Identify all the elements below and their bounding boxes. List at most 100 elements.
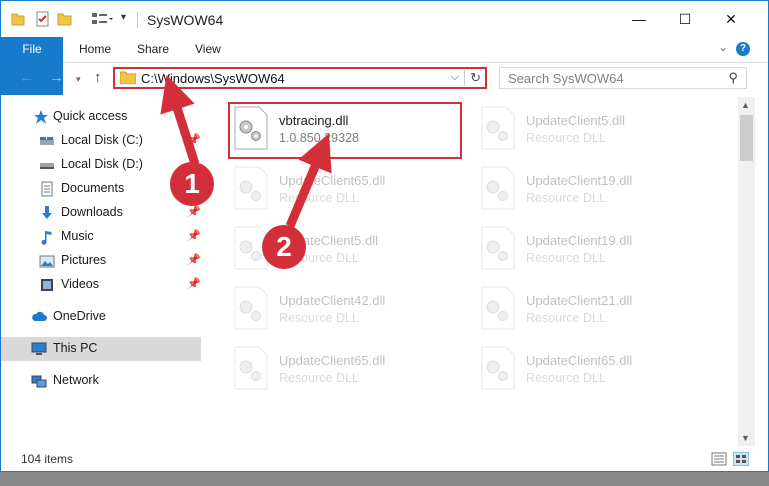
- file-tile[interactable]: UpdateClient65.dll Resource DLL: [231, 345, 471, 403]
- sidebar-item-label: Music: [61, 229, 94, 243]
- item-count: 104 items: [21, 452, 74, 466]
- up-arrow-icon[interactable]: ↑: [94, 69, 102, 86]
- scrollbar-thumb[interactable]: [740, 115, 753, 161]
- pin-icon[interactable]: 📌: [187, 253, 201, 266]
- file-tile[interactable]: UpdateClient5.dll Resource DLL: [478, 105, 718, 163]
- sidebar-item-downloads[interactable]: Downloads 📌: [1, 201, 201, 225]
- folder-icon: [11, 13, 25, 26]
- sidebar-item-pictures[interactable]: Pictures 📌: [1, 249, 201, 273]
- dll-file-icon: [234, 286, 268, 330]
- window-title: SysWOW64: [147, 12, 224, 28]
- sidebar-item-local-disk-d[interactable]: Local Disk (D:): [1, 153, 201, 177]
- properties-icon[interactable]: [35, 11, 51, 27]
- dll-file-icon: [481, 346, 515, 390]
- file-description: Resource DLL: [526, 311, 606, 325]
- minimize-button[interactable]: —: [616, 1, 662, 37]
- back-arrow-icon[interactable]: ←: [19, 69, 34, 86]
- recent-locations-icon[interactable]: ▾: [76, 74, 81, 85]
- file-description: Resource DLL: [526, 371, 606, 385]
- scroll-up-icon[interactable]: ▲: [741, 100, 750, 110]
- navigation-pane: Quick access Local Disk (C:) 📌 Local Dis…: [1, 97, 203, 442]
- expand-ribbon-icon[interactable]: ⌄: [718, 40, 728, 54]
- search-input[interactable]: Search SysWOW64 ⚲: [499, 67, 747, 89]
- file-name: UpdateClient65.dll: [279, 173, 386, 188]
- file-tile[interactable]: UpdateClient19.dll Resource DLL: [478, 165, 718, 223]
- file-tile[interactable]: UpdateClient21.dll Resource DLL: [478, 285, 718, 343]
- navigation-bar: ← → ▾ ↑ C:\Windows\SysWOW64 ⌵ ↻ Search S…: [1, 63, 768, 95]
- view-options-icon[interactable]: [91, 11, 113, 27]
- videos-icon: [41, 279, 53, 291]
- maximize-button[interactable]: ☐: [662, 1, 708, 37]
- vertical-scrollbar[interactable]: ▲ ▼: [738, 97, 755, 446]
- close-button[interactable]: ✕: [708, 1, 754, 37]
- details-view-icon[interactable]: [711, 452, 727, 466]
- file-name: UpdateClient19.dll: [526, 173, 633, 188]
- file-tile[interactable]: UpdateClient19.dll Resource DLL: [478, 225, 718, 283]
- sidebar-item-network[interactable]: Network: [1, 369, 201, 393]
- sidebar-item-quick-access[interactable]: Quick access: [1, 105, 201, 129]
- step-marker-1: 1: [170, 162, 214, 206]
- search-placeholder: Search SysWOW64: [508, 71, 624, 86]
- sidebar-item-onedrive[interactable]: OneDrive: [1, 305, 201, 329]
- file-name: UpdateClient19.dll: [526, 233, 633, 248]
- sidebar-item-videos[interactable]: Videos 📌: [1, 273, 201, 297]
- help-button[interactable]: ?: [736, 42, 750, 56]
- file-tile[interactable]: UpdateClient65.dll Resource DLL: [478, 345, 718, 403]
- file-tile[interactable]: UpdateClient42.dll Resource DLL: [231, 285, 471, 343]
- sidebar-item-label: Network: [53, 373, 99, 387]
- file-description: Resource DLL: [526, 191, 606, 205]
- pin-icon[interactable]: 📌: [187, 133, 201, 146]
- drive-icon: [40, 137, 54, 145]
- documents-icon: [41, 181, 53, 197]
- cloud-icon: [32, 311, 47, 321]
- scroll-down-icon[interactable]: ▼: [741, 433, 750, 443]
- tab-home[interactable]: Home: [67, 37, 123, 62]
- step-marker-2: 2: [262, 225, 306, 269]
- sidebar-item-local-disk-c[interactable]: Local Disk (C:) 📌: [1, 129, 201, 153]
- file-name: UpdateClient42.dll: [279, 293, 386, 308]
- chevron-down-icon[interactable]: ⌵: [451, 71, 459, 84]
- star-icon: [34, 110, 48, 124]
- file-tile[interactable]: UpdateClient65.dll Resource DLL: [231, 165, 471, 223]
- new-folder-icon[interactable]: [57, 11, 73, 27]
- sidebar-item-label: Downloads: [61, 205, 123, 219]
- file-description: Resource DLL: [279, 191, 359, 205]
- download-icon: [42, 206, 52, 219]
- search-icon[interactable]: ⚲: [728, 70, 738, 86]
- dll-file-icon: [481, 226, 515, 270]
- refresh-icon[interactable]: ↻: [464, 70, 481, 86]
- tab-share[interactable]: Share: [125, 37, 181, 62]
- address-path: C:\Windows\SysWOW64: [141, 71, 285, 86]
- dll-file-icon: [481, 286, 515, 330]
- desktop-background-strip: [0, 472, 769, 486]
- sidebar-item-label: Local Disk (D:): [61, 157, 143, 171]
- large-icons-view-icon[interactable]: [733, 452, 749, 466]
- tab-view[interactable]: View: [183, 37, 233, 62]
- title-separator: [137, 12, 138, 28]
- title-bar: ▾ SysWOW64 — ☐ ✕: [1, 1, 768, 37]
- forward-arrow-icon[interactable]: →: [49, 69, 64, 86]
- dll-file-icon: [481, 166, 515, 210]
- explorer-window: ▾ SysWOW64 — ☐ ✕ File Home Share View ⌄ …: [0, 0, 769, 472]
- computer-icon: [31, 342, 47, 355]
- file-name: UpdateClient65.dll: [526, 353, 633, 368]
- sidebar-item-label: This PC: [53, 341, 98, 355]
- dll-file-icon: [481, 106, 515, 150]
- dll-file-icon: [234, 346, 268, 390]
- drive-icon: [40, 163, 54, 169]
- file-name: UpdateClient5.dll: [526, 113, 626, 128]
- pin-icon[interactable]: 📌: [187, 229, 201, 242]
- file-name: UpdateClient65.dll: [279, 353, 386, 368]
- sidebar-item-this-pc[interactable]: This PC: [1, 337, 201, 361]
- sidebar-item-label: Videos: [61, 277, 99, 291]
- sidebar-item-music[interactable]: Music 📌: [1, 225, 201, 249]
- highlight-box-file: [228, 102, 462, 159]
- pin-icon[interactable]: 📌: [187, 205, 201, 218]
- sidebar-item-label: OneDrive: [53, 309, 106, 323]
- address-bar[interactable]: C:\Windows\SysWOW64 ⌵ ↻: [113, 67, 487, 89]
- file-description: Resource DLL: [526, 131, 606, 145]
- pin-icon[interactable]: 📌: [187, 277, 201, 290]
- sidebar-item-label: Pictures: [61, 253, 107, 267]
- file-description: Resource DLL: [526, 251, 606, 265]
- customize-toolbar-icon[interactable]: ▾: [121, 12, 126, 23]
